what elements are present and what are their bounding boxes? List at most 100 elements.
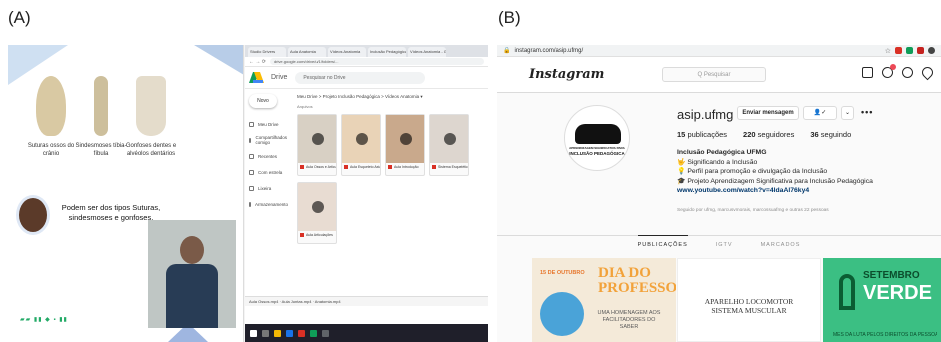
downloads-bar[interactable]: Aula Ossos.mp4 · Aula Juntas.mp4 · Anato… xyxy=(245,296,488,306)
drive-search-input[interactable]: Pesquisar no Drive xyxy=(295,71,426,84)
cloud-icon xyxy=(249,201,251,207)
start-icon[interactable] xyxy=(250,329,257,337)
followed-by-text[interactable]: Seguido por ufmg, marcusvmorais, marcoss… xyxy=(677,208,829,213)
url-field[interactable]: drive.google.com/drive/u/1/folders/... xyxy=(269,58,484,65)
file-thumbnail[interactable]: Aula Esqueleto Axial xyxy=(341,114,381,176)
bio-link[interactable]: www.youtube.com/watch?v=4ldaAl76ky4 xyxy=(677,186,917,196)
browser-tab[interactable]: Aula Anatomia xyxy=(288,47,326,57)
trash-icon xyxy=(249,185,254,191)
panel-b-screenshot: 🔒 instagram.com/asip.ufmg/ ☆ Instagram Q… xyxy=(497,45,941,342)
sidebar-item-trash[interactable]: Lixeira xyxy=(249,180,287,196)
sidebar-item-storage[interactable]: Armazenamento xyxy=(249,196,288,212)
file-name: Aula Articulações xyxy=(298,231,336,239)
sidebar-item-label: Recentes xyxy=(258,153,278,159)
institution-logos: ▰▰ ▮▮ ◆ ▪ ▮▮ xyxy=(20,317,68,323)
post-thumbnail[interactable]: APARELHO LOCOMOTOR SISTEMA MUSCULAR xyxy=(677,258,821,342)
post-title-large: VERDE xyxy=(863,282,932,304)
search-icon[interactable] xyxy=(262,329,269,337)
file-thumbnail[interactable]: Aula Ossos e Articulações xyxy=(297,114,337,176)
following-button[interactable]: 👤✓ xyxy=(803,106,837,120)
folder-icon xyxy=(249,121,254,127)
extension-icon[interactable] xyxy=(895,47,902,54)
app-icon[interactable] xyxy=(322,329,329,337)
interpreter-body xyxy=(166,264,218,328)
skull-icon xyxy=(36,76,66,136)
profile-stats: 15 publicações 220 seguidores 36 seguind… xyxy=(677,130,851,139)
profile-tabs: PUBLICAÇÕES IGTV MARCADOS xyxy=(497,235,941,248)
app-icon[interactable] xyxy=(310,329,317,337)
file-name: Sistema Esquelético xyxy=(430,163,468,171)
new-button[interactable]: Novo xyxy=(249,94,277,108)
profile-picture[interactable]: APRENDIZAGEM SIGNIFICATIVA PARA INCLUSÃO… xyxy=(564,105,630,171)
joint-card-syndesmoses: Sindesmoses tíbia-fíbula xyxy=(75,70,127,185)
instagram-logo[interactable]: Instagram xyxy=(529,67,604,82)
explore-icon[interactable] xyxy=(902,67,913,78)
tab-posts[interactable]: PUBLICAÇÕES xyxy=(637,235,688,248)
sidebar-item-shared[interactable]: Compartilhados comigo xyxy=(249,132,287,148)
star-icon[interactable]: ☆ xyxy=(885,47,891,55)
sidebar-item-recent[interactable]: Recentes xyxy=(249,148,287,164)
drive-header: Drive Pesquisar no Drive xyxy=(245,67,488,89)
play-icon xyxy=(312,133,324,145)
folder-icon[interactable] xyxy=(274,329,281,337)
post-subtitle: UMA HOMENAGEM AOS FACILITADORES DO SABER xyxy=(597,310,661,330)
file-thumbnail[interactable]: Aula Introdução xyxy=(385,114,425,176)
post-subtitle: MÊS DA LUTA PELOS DIREITOS DA PESSOA COM… xyxy=(833,332,937,338)
address-bar: ← → ⟳ drive.google.com/drive/u/1/folders… xyxy=(245,57,488,67)
url-field[interactable]: instagram.com/asip.ufmg/ xyxy=(514,48,880,54)
suggestions-button[interactable]: ⌄ xyxy=(841,106,854,120)
drive-sidebar: Novo Meu Drive Compartilhados comigo Rec… xyxy=(245,90,291,324)
files-section-label: Arquivos xyxy=(297,104,313,109)
play-icon xyxy=(444,133,456,145)
logo-graphic xyxy=(575,124,621,144)
extension-icon[interactable] xyxy=(917,47,924,54)
browser-tab[interactable]: Studio Drivers xyxy=(248,47,286,57)
browser-tab[interactable]: Vídeos Anatomia - Google xyxy=(408,47,446,57)
browser-tab[interactable]: Inclusão Pedagógica xyxy=(368,47,406,57)
profile-icon[interactable] xyxy=(928,47,935,54)
breadcrumb[interactable]: Meu Drive > Projeto Inclusão Pedagógica … xyxy=(293,90,488,104)
more-options-icon[interactable]: ••• xyxy=(861,107,873,117)
file-name: Aula Esqueleto Axial xyxy=(342,163,380,171)
heart-icon[interactable] xyxy=(919,64,936,81)
profile-bio: Inclusão Pedagógica UFMG 🤟 Significando … xyxy=(677,148,917,196)
sidebar-item-starred[interactable]: Com estrela xyxy=(249,164,287,180)
file-thumbnail[interactable]: Sistema Esquelético xyxy=(429,114,469,176)
extension-icon[interactable] xyxy=(906,47,913,54)
bio-line: 🤟 Significando a Inclusão xyxy=(677,158,758,166)
posts-count: 15 publicações xyxy=(677,130,728,139)
card-caption: Suturas ossos do crânio xyxy=(27,143,75,157)
browser-tab[interactable]: Vídeos Anatomia xyxy=(328,47,366,57)
followers-count[interactable]: 220 seguidores xyxy=(743,130,794,139)
post-thumbnail[interactable]: 15 DE OUTUBRO DIA DO PROFESSOR UMA HOMEN… xyxy=(532,258,676,342)
app-icon[interactable] xyxy=(298,329,305,337)
instagram-header: Instagram Q Pesquisar xyxy=(497,57,941,93)
file-name: Aula Ossos e Articulações xyxy=(298,163,336,171)
sidebar-item-label: Lixeira xyxy=(258,185,272,191)
file-thumbnail[interactable]: Aula Articulações xyxy=(297,182,337,244)
send-message-button[interactable]: Enviar mensagem xyxy=(737,106,799,120)
logo-text-top: APRENDIZAGEM SIGNIFICATIVA PARA xyxy=(569,146,625,150)
nav-arrows-icon[interactable]: ← → ⟳ xyxy=(249,59,266,65)
awareness-ribbon-icon xyxy=(839,274,855,310)
sidebar-item-label: Com estrela xyxy=(258,169,283,175)
slide-decoration xyxy=(194,45,243,75)
star-icon xyxy=(249,169,254,175)
interpreter-head xyxy=(180,236,204,264)
presenter-avatar xyxy=(16,195,50,235)
browser-icon[interactable] xyxy=(286,329,293,337)
following-count[interactable]: 36 seguindo xyxy=(810,130,851,139)
card-caption: Sindesmoses tíbia-fíbula xyxy=(75,143,127,157)
home-icon[interactable] xyxy=(862,67,873,78)
tab-igtv[interactable]: IGTV xyxy=(716,236,733,248)
post-illustration xyxy=(540,292,584,336)
sidebar-item-label: Compartilhados comigo xyxy=(255,135,287,145)
lecture-slide: Suturas ossos do crânio Sindesmoses tíbi… xyxy=(8,45,244,342)
post-thumbnail[interactable]: SETEMBRO VERDE MÊS DA LUTA PELOS DIREITO… xyxy=(823,258,941,342)
sidebar-item-my-drive[interactable]: Meu Drive xyxy=(249,116,287,132)
messenger-icon[interactable] xyxy=(882,64,896,78)
browser-address-bar: 🔒 instagram.com/asip.ufmg/ ☆ xyxy=(497,45,941,57)
card-caption: Gonfoses dentes e alvéolos dentários xyxy=(125,143,177,157)
search-input[interactable]: Q Pesquisar xyxy=(662,67,766,82)
tab-tagged[interactable]: MARCADOS xyxy=(761,236,801,248)
